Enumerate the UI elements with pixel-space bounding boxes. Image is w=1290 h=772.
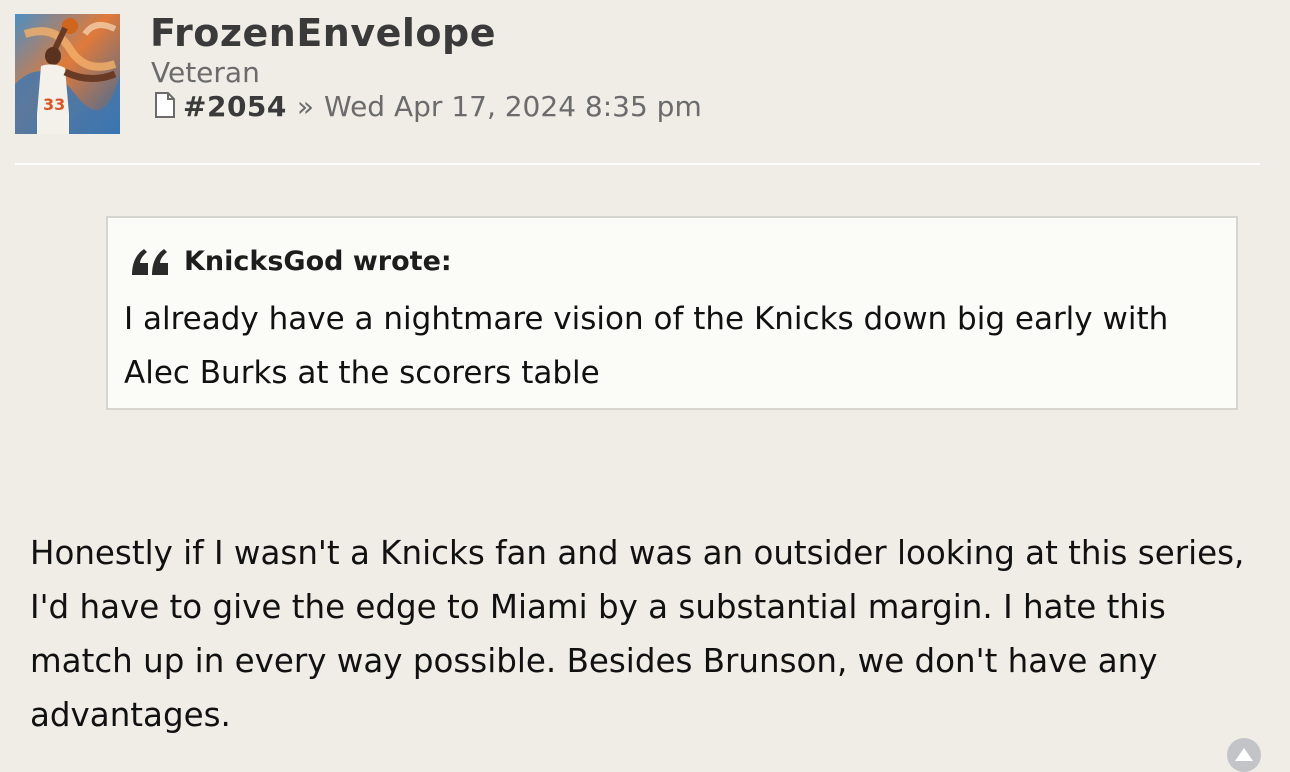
svg-text:33: 33 [43,95,65,114]
header-divider [15,163,1260,165]
scroll-to-top-button[interactable] [1227,738,1261,772]
quote-header: KnicksGod wrote: [130,246,452,277]
basketball-player-avatar-icon: 33 [15,14,120,134]
document-icon[interactable] [153,91,177,119]
post-meta: #2054 » Wed Apr 17, 2024 8:35 pm [153,90,702,124]
post-datetime: Wed Apr 17, 2024 8:35 pm [324,90,702,123]
quote-text: I already have a nightmare vision of the… [124,301,1169,391]
meta-separator: » [296,90,315,123]
username-link[interactable]: FrozenEnvelope [150,12,496,54]
quote-author: KnicksGod wrote: [184,246,452,277]
quote-block: KnicksGod wrote: I already have a nightm… [106,216,1238,410]
avatar[interactable]: 33 [15,14,120,134]
user-rank: Veteran [151,56,260,89]
post-number-link[interactable]: #2054 [183,90,287,124]
post-content: Honestly if I wasn't a Knicks fan and wa… [30,534,1245,734]
quote-marks-icon [132,248,168,275]
scroll-to-top-icon [1235,748,1253,761]
